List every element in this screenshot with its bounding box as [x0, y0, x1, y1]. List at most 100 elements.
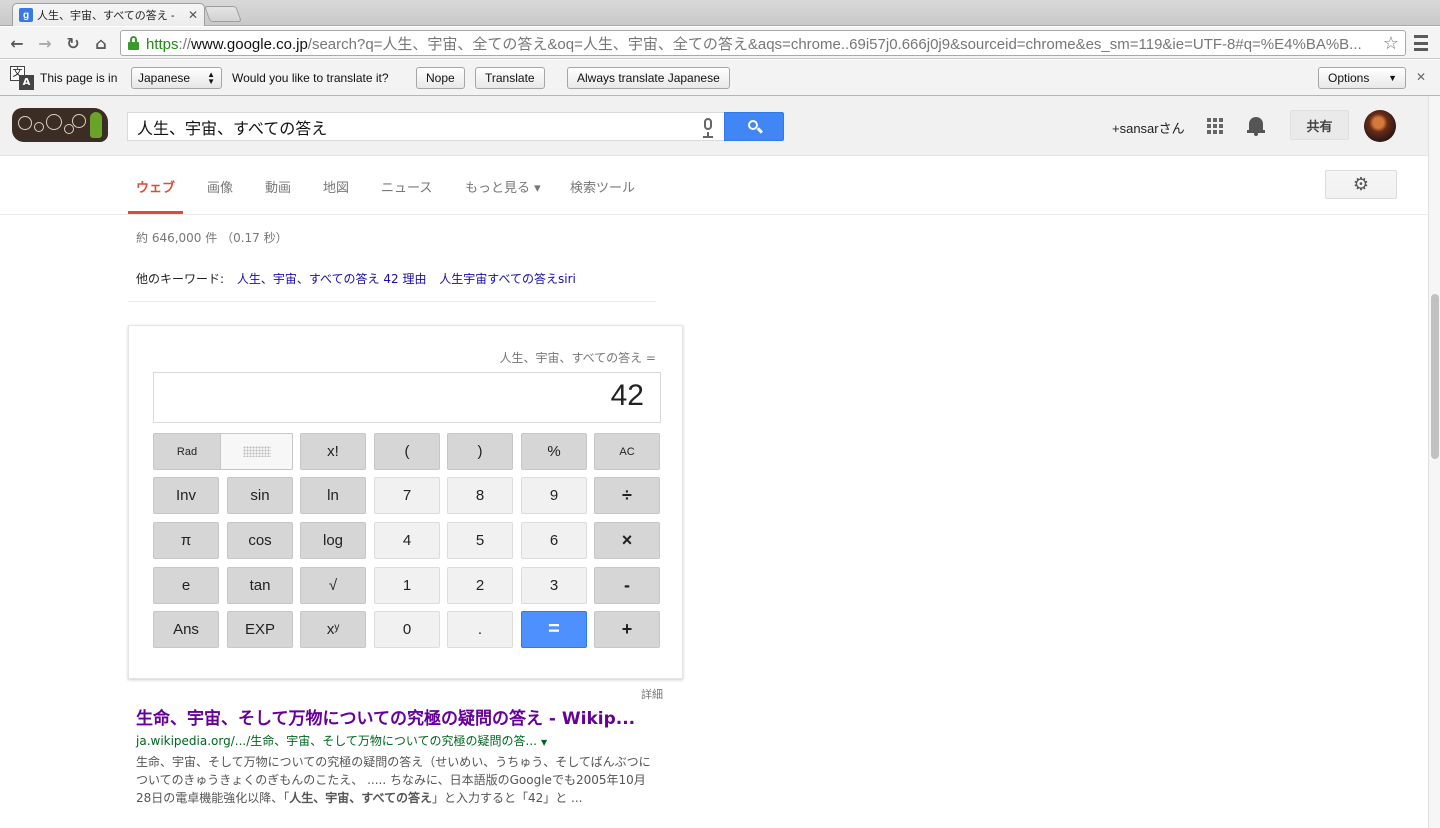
- url-text[interactable]: https://www.google.co.jp/search?q=人生、宇宙、…: [146, 33, 1383, 54]
- nope-button[interactable]: Nope: [416, 67, 465, 89]
- tab-more[interactable]: もっと見る ▾: [465, 177, 541, 196]
- lock-icon: [127, 36, 140, 50]
- result-title-link[interactable]: 生命、宇宙、そして万物についての究極の疑問の答え - Wikip...: [136, 704, 656, 729]
- translate-infobar: 文A This page is in Japanese ▲ ▼ Would you…: [0, 60, 1440, 96]
- inverse-button[interactable]: Inv: [153, 477, 219, 514]
- microphone-icon[interactable]: [694, 113, 724, 141]
- user-name-link[interactable]: +sansarさん: [1112, 118, 1185, 137]
- equals-button[interactable]: =: [521, 611, 587, 648]
- infobar-close-icon[interactable]: ✕: [1416, 70, 1426, 84]
- digit-9-button[interactable]: 9: [521, 477, 587, 514]
- related-link[interactable]: 人生宇宙すべての答えsiri: [439, 272, 576, 286]
- page-language-prefix: This page is in: [40, 71, 118, 85]
- google-header: 人生、宇宙、すべての答え +sansarさん 共有: [0, 96, 1428, 156]
- language-select[interactable]: Japanese ▲ ▼: [131, 67, 222, 89]
- sqrt-button[interactable]: √: [300, 567, 366, 604]
- tab-search-tools[interactable]: 検索ツール: [570, 177, 635, 196]
- add-button[interactable]: +: [594, 611, 660, 648]
- close-paren-button[interactable]: ): [447, 433, 513, 470]
- tab-images[interactable]: 画像: [207, 177, 233, 196]
- share-button[interactable]: 共有: [1290, 110, 1349, 140]
- result-url: ja.wikipedia.org/.../生命、宇宙、そして万物についての究極の…: [136, 734, 548, 748]
- result-stats: 約 646,000 件 （0.17 秒）: [136, 231, 288, 245]
- related-keywords: 他のキーワード: 人生、宇宙、すべての答え 42 理由 人生宇宙すべての答えsi…: [136, 270, 576, 287]
- related-link[interactable]: 人生、宇宙、すべての答え 42 理由: [237, 272, 427, 286]
- google-doodle-logo[interactable]: [12, 108, 108, 142]
- digit-8-button[interactable]: 8: [447, 477, 513, 514]
- calculator-card: 人生、宇宙、すべての答え = 42 Rad x! ( ) % AC Inv si…: [128, 325, 683, 679]
- log-button[interactable]: log: [300, 522, 366, 559]
- digit-3-button[interactable]: 3: [521, 567, 587, 604]
- all-clear-button[interactable]: AC: [594, 433, 660, 470]
- bookmark-star-icon[interactable]: ☆: [1383, 33, 1399, 54]
- scrollbar-thumb[interactable]: [1431, 294, 1439, 459]
- digit-4-button[interactable]: 4: [374, 522, 440, 559]
- calculator-display: 42: [153, 372, 661, 423]
- address-bar[interactable]: https://www.google.co.jp/search?q=人生、宇宙、…: [120, 30, 1406, 56]
- tab-close-icon[interactable]: ✕: [188, 8, 198, 22]
- page-scrollbar[interactable]: [1428, 96, 1440, 828]
- avatar[interactable]: [1364, 110, 1396, 142]
- related-label: 他のキーワード:: [136, 272, 225, 286]
- settings-gear-icon[interactable]: ⚙: [1325, 170, 1397, 199]
- translate-icon: 文A: [10, 66, 34, 90]
- cos-button[interactable]: cos: [227, 522, 293, 559]
- tab-web[interactable]: ウェブ: [136, 177, 175, 196]
- search-query[interactable]: 人生、宇宙、すべての答え: [137, 115, 694, 139]
- search-input[interactable]: 人生、宇宙、すべての答え: [127, 112, 724, 141]
- active-tab-indicator: [128, 211, 183, 214]
- digit-5-button[interactable]: 5: [447, 522, 513, 559]
- digit-7-button[interactable]: 7: [374, 477, 440, 514]
- rad-mode-label[interactable]: Rad: [154, 434, 221, 469]
- apps-grid-icon[interactable]: [1207, 118, 1223, 134]
- back-icon[interactable]: ←: [6, 32, 28, 54]
- select-arrows-icon: ▲ ▼: [207, 70, 215, 86]
- search-button[interactable]: [724, 112, 784, 141]
- answer-button[interactable]: Ans: [153, 611, 219, 648]
- details-link[interactable]: 詳細: [641, 686, 663, 702]
- calculator-expression: 人生、宇宙、すべての答え =: [499, 351, 656, 365]
- result-menu-caret-icon[interactable]: ▼: [541, 738, 547, 747]
- digit-6-button[interactable]: 6: [521, 522, 587, 559]
- tab-maps[interactable]: 地図: [323, 177, 349, 196]
- factorial-button[interactable]: x!: [300, 433, 366, 470]
- translate-button[interactable]: Translate: [475, 67, 545, 89]
- translate-question: Would you like to translate it?: [232, 71, 389, 85]
- forward-icon[interactable]: →: [34, 32, 56, 54]
- home-icon[interactable]: ⌂: [90, 32, 112, 54]
- open-paren-button[interactable]: (: [374, 433, 440, 470]
- reload-icon[interactable]: ↻: [62, 32, 84, 54]
- google-favicon-icon: g: [19, 8, 33, 22]
- options-dropdown[interactable]: Options ▼: [1318, 67, 1406, 89]
- power-button[interactable]: xʸ: [300, 611, 366, 648]
- multiply-button[interactable]: ×: [594, 522, 660, 559]
- browser-tab[interactable]: g 人生、宇宙、すべての答え - ✕: [12, 3, 205, 26]
- divide-button[interactable]: ÷: [594, 477, 660, 514]
- tab-strip: g 人生、宇宙、すべての答え - ✕: [0, 0, 1440, 26]
- digit-0-button[interactable]: 0: [374, 611, 440, 648]
- chrome-menu-icon[interactable]: [1414, 35, 1428, 51]
- tan-button[interactable]: tan: [227, 567, 293, 604]
- tab-news[interactable]: ニュース: [381, 177, 432, 196]
- rad-deg-toggle[interactable]: Rad: [153, 433, 293, 470]
- sin-button[interactable]: sin: [227, 477, 293, 514]
- subtract-button[interactable]: -: [594, 567, 660, 604]
- tab-videos[interactable]: 動画: [265, 177, 291, 196]
- exp-button[interactable]: EXP: [227, 611, 293, 648]
- digit-2-button[interactable]: 2: [447, 567, 513, 604]
- dropdown-caret-icon: ▼: [1388, 73, 1397, 83]
- decimal-button[interactable]: .: [447, 611, 513, 648]
- pi-button[interactable]: π: [153, 522, 219, 559]
- toggle-grip-icon: [243, 446, 271, 457]
- result-snippet: 生命、宇宙、そして万物についての究極の疑問の答え（せいめい、うちゅう、そしてばん…: [136, 755, 651, 805]
- digit-1-button[interactable]: 1: [374, 567, 440, 604]
- always-translate-button[interactable]: Always translate Japanese: [567, 67, 730, 89]
- search-tabs: ウェブ 画像 動画 地図 ニュース もっと見る ▾ 検索ツール ⚙: [0, 157, 1428, 215]
- browser-toolbar: ← → ↻ ⌂ https://www.google.co.jp/search?…: [0, 27, 1440, 59]
- notifications-bell-icon[interactable]: [1247, 116, 1265, 136]
- tab-title: 人生、宇宙、すべての答え -: [37, 10, 175, 22]
- euler-button[interactable]: e: [153, 567, 219, 604]
- new-tab-button[interactable]: [204, 6, 242, 22]
- ln-button[interactable]: ln: [300, 477, 366, 514]
- percent-button[interactable]: %: [521, 433, 587, 470]
